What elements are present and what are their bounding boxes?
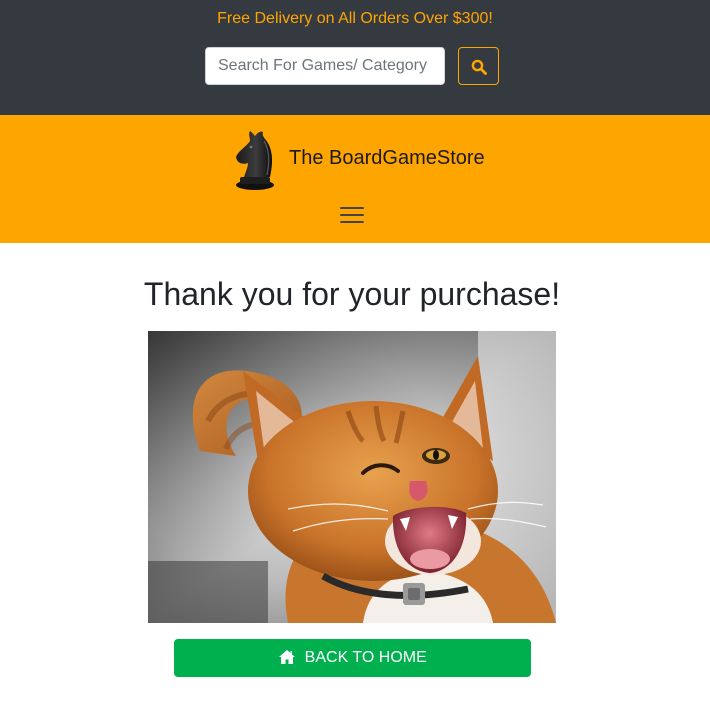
search-button[interactable]: [458, 47, 499, 85]
chess-knight-icon[interactable]: [234, 127, 276, 191]
back-to-home-button[interactable]: BACK TO HOME: [174, 639, 531, 677]
hamburger-menu-icon[interactable]: [335, 201, 369, 229]
brand-name[interactable]: The BoardGameStore: [289, 146, 485, 170]
winking-cat-photo: [148, 331, 556, 623]
brand-bar: The BoardGameStore: [0, 115, 710, 243]
back-to-home-label: BACK TO HOME: [304, 649, 427, 666]
search-input[interactable]: [205, 47, 445, 85]
promo-banner: Free Delivery on All Orders Over $300!: [217, 10, 493, 27]
page-title: Thank you for your purchase!: [143, 276, 561, 312]
top-bar: Free Delivery on All Orders Over $300!: [0, 0, 710, 115]
home-icon: [279, 649, 296, 664]
search-icon: [471, 59, 487, 75]
